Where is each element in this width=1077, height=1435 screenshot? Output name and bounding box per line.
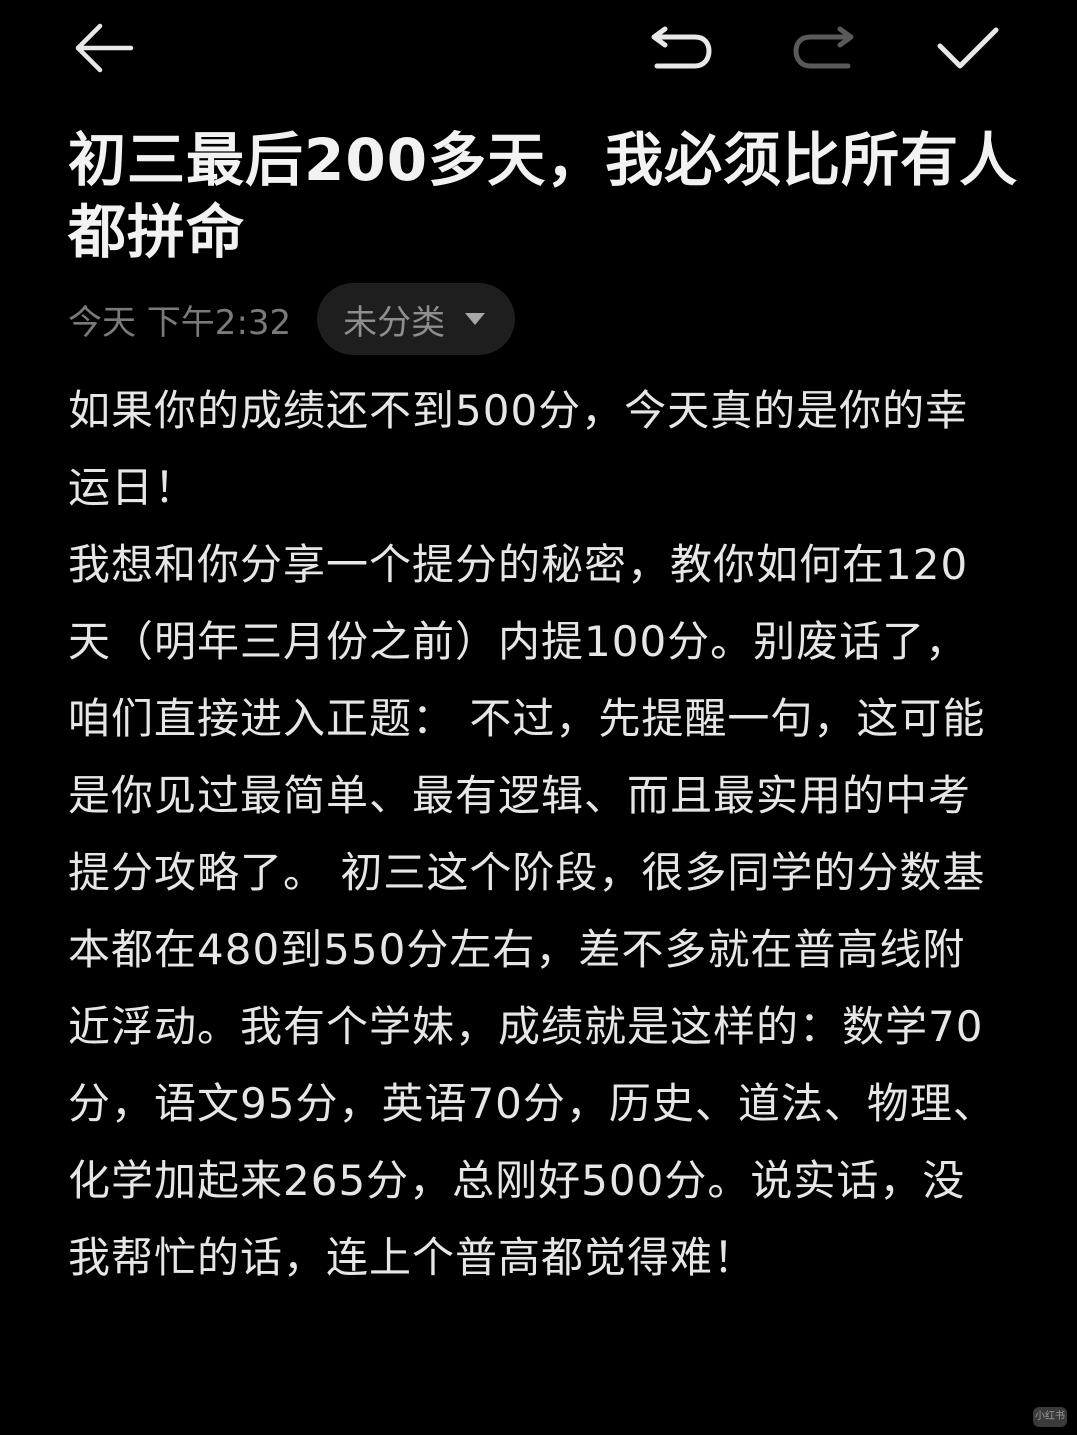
note-body[interactable]: 如果你的成绩还不到500分，今天真的是你的幸运日！ 我想和你分享一个提分的秘密，… xyxy=(68,372,1008,1296)
redo-button[interactable] xyxy=(788,12,860,84)
back-button[interactable] xyxy=(68,12,140,84)
undo-icon xyxy=(651,26,712,69)
caret-down-icon xyxy=(465,313,486,325)
xiaohongshu-watermark: 小红书 xyxy=(1033,1407,1067,1427)
note-title[interactable]: 初三最后200多天，我必须比所有人都拼命 xyxy=(68,124,1028,268)
arrow-left-icon xyxy=(75,23,134,73)
note-timestamp: 今天 下午2:32 xyxy=(68,302,292,343)
category-label: 未分类 xyxy=(343,302,446,343)
redo-icon xyxy=(793,26,854,69)
note-meta: 今天 下午2:32 未分类 xyxy=(68,282,516,356)
undo-button[interactable] xyxy=(645,12,717,84)
done-button[interactable] xyxy=(932,12,1004,84)
category-dropdown[interactable]: 未分类 xyxy=(317,283,516,355)
note-toolbar xyxy=(0,0,1077,96)
checkmark-icon xyxy=(937,27,999,69)
